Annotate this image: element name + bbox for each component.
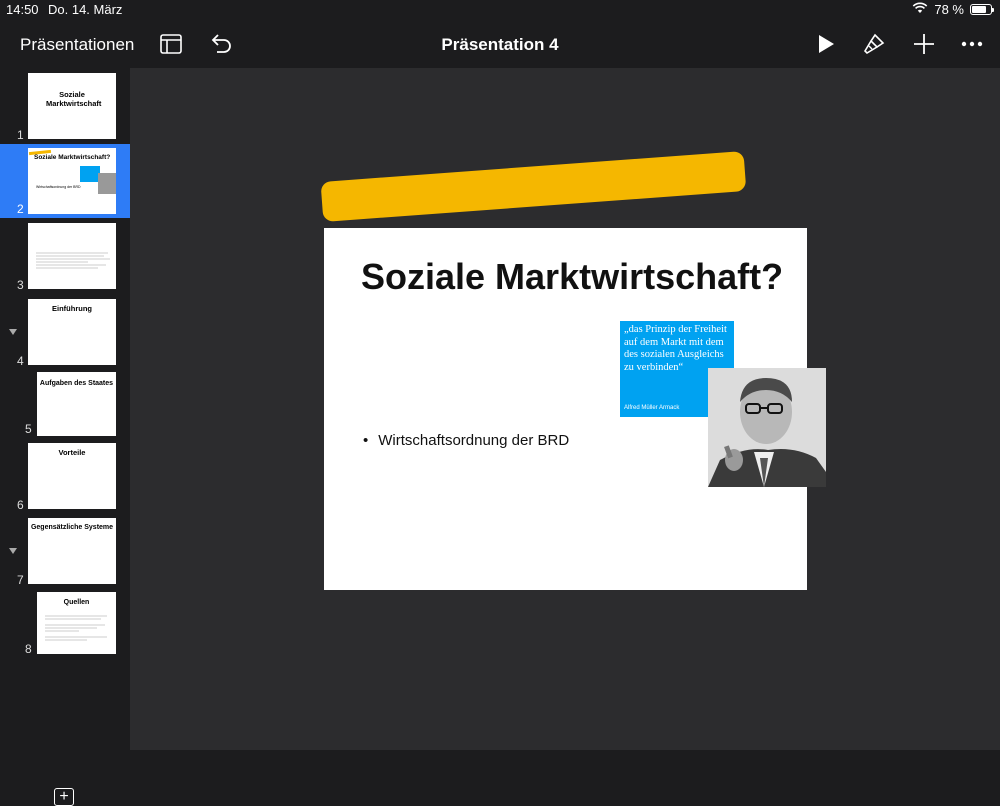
status-bar: 14:50 Do. 14. März 78 % — [0, 0, 1000, 20]
slide-navigator: 1 Soziale Marktwirtschaft 2 Soziale Mark… — [0, 68, 131, 806]
slide-preview-title: Gegensätzliche Systeme — [30, 524, 114, 531]
slide-number: 8 — [25, 642, 32, 656]
bullet-dot-icon: • — [363, 432, 369, 449]
preview-quote-box — [80, 166, 100, 182]
slide-title[interactable]: Soziale Marktwirtschaft? — [361, 256, 783, 298]
slide-preview: Quellen — [37, 592, 116, 654]
bullet-text: Wirtschaftsordnung der BRD — [378, 432, 570, 449]
preview-photo — [98, 173, 116, 194]
slide-number: 7 — [17, 573, 24, 587]
quote-text: „das Prinzip der Freiheit auf dem Markt … — [624, 324, 727, 373]
slide-preview: Aufgaben des Staates — [37, 372, 116, 436]
slide-preview: Soziale Marktwirtschaft — [28, 73, 116, 139]
collapse-triangle-icon[interactable] — [9, 548, 17, 554]
slide-preview-title: Einführung — [52, 304, 92, 313]
status-time: 14:50 — [6, 2, 39, 17]
quote-author: Alfred Müller Armack — [624, 405, 680, 411]
slide-preview: Vorteile — [28, 443, 116, 509]
battery-percent: 78 % — [934, 2, 964, 17]
toolbar: Präsentationen Präsentation 4 — [0, 20, 1000, 68]
slide-bullet[interactable]: • Wirtschaftsordnung der BRD — [363, 432, 569, 449]
portrait-illustration — [708, 368, 826, 487]
collapse-triangle-icon[interactable] — [9, 329, 17, 335]
preview-text-lines — [36, 252, 110, 269]
preview-text-lines — [45, 615, 107, 641]
slide-number: 2 — [17, 202, 24, 216]
battery-icon — [970, 4, 994, 15]
slide-number: 3 — [17, 278, 24, 292]
slide-thumbnail-2[interactable]: 2 Soziale Marktwirtschaft? Wirtschaftsor… — [0, 144, 130, 218]
slide-number: 6 — [17, 498, 24, 512]
slide-preview-title: Vorteile — [58, 448, 86, 457]
status-right: 78 % — [912, 2, 994, 17]
slide-thumbnail-8[interactable]: 8 Quellen — [0, 590, 130, 666]
slide-thumbnail-6[interactable]: 6 Vorteile — [0, 440, 130, 516]
portrait-photo[interactable] — [708, 368, 826, 487]
plus-icon[interactable] — [912, 32, 936, 56]
slide-thumbnail-4[interactable]: 4 Einführung — [0, 296, 130, 372]
document-title: Präsentation 4 — [441, 35, 559, 54]
slide-thumbnail-7[interactable]: 7 Gegensätzliche Systeme — [0, 515, 130, 591]
slide-preview-title: Soziale Marktwirtschaft? — [34, 154, 111, 161]
more-icon[interactable] — [960, 32, 984, 56]
slide-preview — [28, 223, 116, 289]
slide-preview: Einführung — [28, 299, 116, 365]
add-slide-button[interactable]: + — [54, 788, 74, 806]
slide-number: 5 — [25, 422, 32, 436]
plus-icon: + — [59, 788, 69, 805]
slide-number: 1 — [17, 128, 24, 142]
paintbrush-icon[interactable] — [862, 32, 886, 56]
play-icon[interactable] — [814, 32, 838, 56]
wifi-icon — [912, 2, 928, 17]
slide-thumbnail-1[interactable]: 1 Soziale Marktwirtschaft — [0, 70, 130, 146]
status-date: Do. 14. März — [48, 2, 123, 17]
slide-thumbnail-5[interactable]: 5 Aufgaben des Staates — [0, 370, 130, 446]
slide-number: 4 — [17, 354, 24, 368]
slide-preview: Gegensätzliche Systeme — [28, 518, 116, 584]
slide-preview-title: Soziale Marktwirtschaft — [46, 90, 102, 108]
slide-thumbnail-3[interactable]: 3 — [0, 220, 130, 296]
slide-preview: Soziale Marktwirtschaft? Wirtschaftsordn… — [28, 148, 116, 214]
slide-preview-bullet: Wirtschaftsordnung der BRD — [36, 185, 81, 189]
slide-preview-title: Aufgaben des Staates — [39, 380, 114, 387]
